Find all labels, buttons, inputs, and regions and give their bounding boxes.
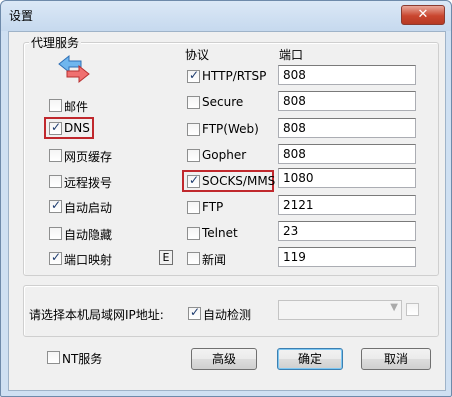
http-rtsp-port-input[interactable] bbox=[278, 65, 416, 85]
window-title: 设置 bbox=[9, 9, 34, 23]
http-rtsp-label: HTTP/RTSP bbox=[202, 69, 267, 83]
cancel-button[interactable]: 取消 bbox=[361, 348, 431, 370]
secure-port-input[interactable] bbox=[278, 91, 416, 111]
web-cache-checkbox[interactable] bbox=[49, 149, 62, 162]
ftp-web-label: FTP(Web) bbox=[202, 122, 259, 136]
close-button[interactable]: ✕ bbox=[401, 5, 445, 25]
mail-checkbox[interactable] bbox=[49, 99, 62, 112]
title-bar[interactable]: 设置 ✕ bbox=[1, 1, 451, 31]
remote-dial-checkbox[interactable] bbox=[49, 175, 62, 188]
mail-label: 邮件 bbox=[64, 100, 89, 114]
port-header: 端口 bbox=[279, 48, 304, 62]
ftp-web-port-input[interactable] bbox=[278, 118, 416, 138]
chevron-down-icon: ▼ bbox=[390, 302, 398, 313]
gopher-label: Gopher bbox=[202, 148, 247, 162]
dialog-body: 代理服务 协议 端口 邮件 DNS 网页缓存 远程拨号 自动启动 bbox=[8, 31, 446, 391]
double-arrow-icon bbox=[58, 54, 90, 84]
telnet-checkbox[interactable] bbox=[187, 227, 200, 240]
socks-mms-label: SOCKS/MMS bbox=[202, 174, 276, 188]
auto-start-label: 自动启动 bbox=[64, 201, 113, 215]
ip-extra-checkbox[interactable] bbox=[406, 303, 419, 316]
gopher-port-input[interactable] bbox=[278, 144, 416, 164]
telnet-port-input[interactable] bbox=[278, 221, 416, 241]
ftp-web-checkbox[interactable] bbox=[187, 123, 200, 136]
news-label: 新闻 bbox=[202, 253, 227, 267]
close-icon: ✕ bbox=[417, 7, 429, 22]
auto-detect-label: 自动检测 bbox=[203, 308, 252, 322]
secure-label: Secure bbox=[202, 95, 244, 109]
ok-button[interactable]: 确定 bbox=[277, 348, 343, 370]
ip-address-select[interactable]: ▼ bbox=[278, 300, 402, 320]
socks-mms-port-input[interactable] bbox=[278, 168, 416, 188]
dns-checkbox[interactable] bbox=[49, 120, 62, 135]
dns-label: DNS bbox=[64, 121, 90, 135]
http-rtsp-checkbox[interactable] bbox=[187, 68, 200, 83]
port-mapping-checkbox[interactable] bbox=[49, 250, 62, 265]
news-port-input[interactable] bbox=[278, 247, 416, 267]
gopher-checkbox[interactable] bbox=[187, 149, 200, 162]
web-cache-label: 网页缓存 bbox=[64, 150, 113, 164]
ip-address-label: 请选择本机局域网IP地址: bbox=[29, 308, 164, 322]
auto-hide-checkbox[interactable] bbox=[49, 227, 62, 240]
nt-service-label: NT服务 bbox=[62, 352, 103, 366]
socks-mms-checkbox[interactable] bbox=[187, 173, 200, 188]
settings-window: 设置 ✕ 代理服务 协议 端口 邮件 DNS 网页缓存 bbox=[0, 0, 452, 397]
proxy-services-label: 代理服务 bbox=[29, 34, 82, 51]
secure-checkbox[interactable] bbox=[187, 96, 200, 109]
auto-hide-label: 自动隐藏 bbox=[64, 228, 113, 242]
protocol-header: 协议 bbox=[185, 48, 210, 62]
telnet-label: Telnet bbox=[202, 226, 238, 240]
ftp-checkbox[interactable] bbox=[187, 201, 200, 214]
ftp-label: FTP bbox=[202, 200, 224, 214]
advanced-button[interactable]: 高级 bbox=[191, 348, 257, 370]
news-checkbox[interactable] bbox=[187, 252, 200, 265]
nt-service-checkbox[interactable] bbox=[47, 351, 60, 364]
auto-start-checkbox[interactable] bbox=[49, 198, 62, 213]
port-mapping-edit-button[interactable]: E bbox=[159, 250, 173, 265]
auto-detect-checkbox[interactable] bbox=[188, 305, 201, 320]
remote-dial-label: 远程拨号 bbox=[64, 176, 113, 190]
ftp-port-input[interactable] bbox=[278, 195, 416, 215]
port-mapping-label: 端口映射 bbox=[64, 253, 113, 267]
